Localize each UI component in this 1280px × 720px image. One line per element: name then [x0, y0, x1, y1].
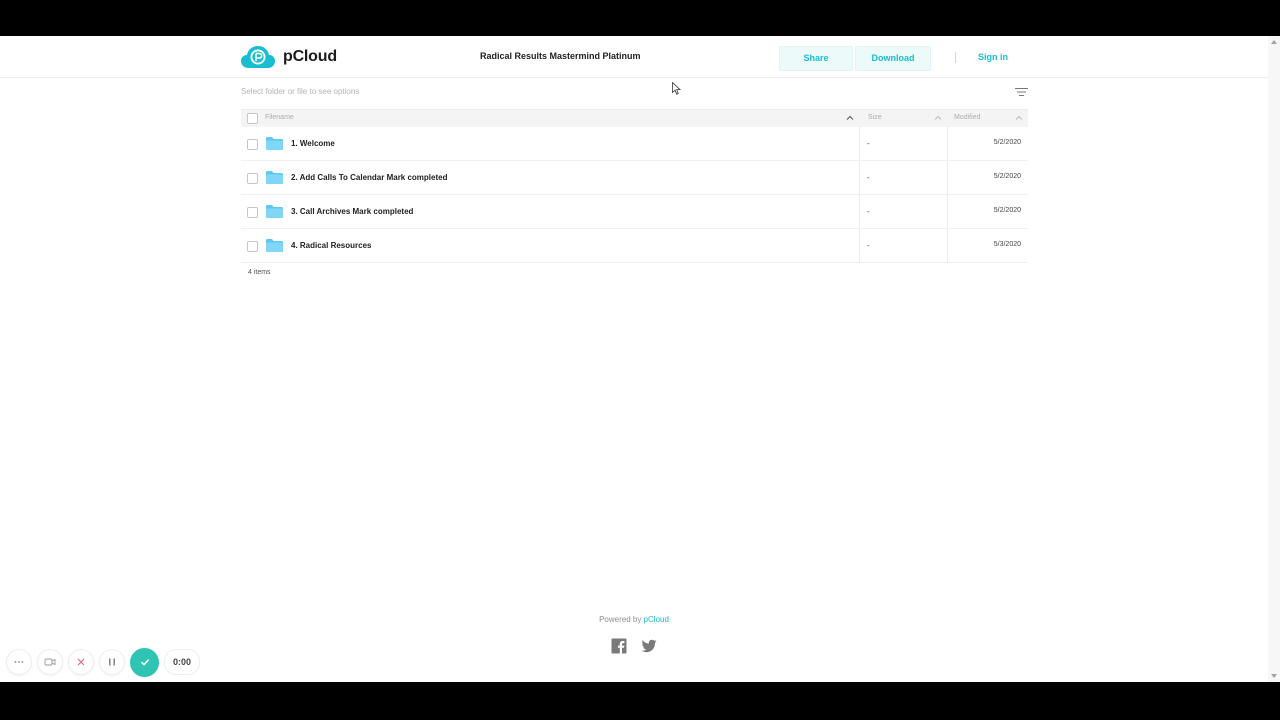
recorder-timer: 0:00: [164, 649, 201, 675]
recorder-pause-button[interactable]: [99, 649, 125, 675]
shared-folder-title: Radical Results Mastermind Platinum: [480, 51, 641, 61]
column-divider: [859, 161, 860, 194]
file-size: -: [867, 139, 870, 148]
pcloud-cloud-icon: [241, 46, 275, 68]
sort-up-icon[interactable]: [1015, 114, 1023, 122]
recorder-camera-button[interactable]: [37, 649, 63, 675]
scroll-down-icon[interactable]: [1271, 673, 1277, 679]
file-name[interactable]: 3. Call Archives Mark completed: [291, 207, 413, 216]
vertical-scrollbar[interactable]: [1268, 36, 1280, 682]
header-divider: [955, 52, 956, 63]
facebook-icon[interactable]: [611, 638, 627, 654]
column-divider: [947, 195, 948, 228]
share-button[interactable]: Share: [779, 46, 853, 71]
recorder-finish-button[interactable]: [130, 647, 159, 677]
pause-icon: [109, 658, 115, 666]
item-count: 4 items: [248, 269, 271, 276]
table-row[interactable]: 3. Call Archives Mark completed - 5/2/20…: [241, 195, 1028, 229]
table-header: Filename Size Modified: [241, 109, 1028, 127]
file-modified: 5/2/2020: [993, 173, 1021, 180]
file-size: -: [867, 241, 870, 250]
folder-icon: [266, 137, 283, 150]
twitter-icon[interactable]: [641, 638, 657, 654]
column-divider: [859, 127, 860, 160]
folder-icon: [266, 205, 283, 218]
top-header: pCloud Radical Results Mastermind Platin…: [0, 36, 1268, 78]
row-checkbox[interactable]: [247, 173, 258, 184]
recorder-more-button[interactable]: [6, 649, 32, 675]
file-name[interactable]: 1. Welcome: [291, 139, 335, 148]
column-divider: [859, 229, 860, 262]
brand-name: pCloud: [283, 48, 337, 65]
column-divider: [947, 161, 948, 194]
file-size: -: [867, 207, 870, 216]
file-list: 1. Welcome - 5/2/2020 2. Add Calls To Ca…: [241, 127, 1028, 263]
table-row[interactable]: 4. Radical Resources - 5/3/2020: [241, 229, 1028, 263]
social-links: [611, 638, 657, 654]
selection-hint: Select folder or file to see options: [241, 87, 360, 96]
file-name[interactable]: 4. Radical Resources: [291, 241, 371, 250]
file-name[interactable]: 2. Add Calls To Calendar Mark completed: [291, 173, 447, 182]
table-row[interactable]: 2. Add Calls To Calendar Mark completed …: [241, 161, 1028, 195]
folder-icon: [266, 171, 283, 184]
row-checkbox[interactable]: [247, 241, 258, 252]
column-filename[interactable]: Filename: [265, 114, 294, 121]
folder-icon: [266, 239, 283, 252]
screen-recorder-toolbar: 0:00: [6, 647, 201, 677]
row-checkbox[interactable]: [247, 139, 258, 150]
select-all-checkbox[interactable]: [247, 113, 258, 124]
file-size: -: [867, 173, 870, 182]
row-checkbox[interactable]: [247, 207, 258, 218]
table-row[interactable]: 1. Welcome - 5/2/2020: [241, 127, 1028, 161]
scroll-up-icon[interactable]: [1271, 39, 1277, 45]
browser-viewport: pCloud Radical Results Mastermind Platin…: [0, 36, 1280, 682]
pcloud-link[interactable]: pCloud: [644, 615, 669, 624]
sign-in-link[interactable]: Sign in: [978, 52, 1008, 62]
sort-up-icon[interactable]: [846, 114, 854, 122]
file-modified: 5/3/2020: [993, 241, 1021, 248]
mouse-cursor-icon: [672, 82, 681, 95]
column-modified[interactable]: Modified: [954, 114, 980, 121]
powered-prefix: Powered by: [599, 615, 642, 624]
sort-up-icon[interactable]: [934, 114, 942, 122]
column-divider: [947, 229, 948, 262]
sort-options-icon[interactable]: [1015, 87, 1028, 97]
close-icon: [77, 658, 85, 666]
file-modified: 5/2/2020: [993, 139, 1021, 146]
column-divider: [859, 195, 860, 228]
download-button[interactable]: Download: [855, 46, 931, 71]
column-divider: [947, 127, 948, 160]
powered-by: Powered by pCloud: [0, 615, 1268, 624]
more-dots-icon: [14, 661, 24, 663]
column-size[interactable]: Size: [868, 114, 882, 121]
recorder-cancel-button[interactable]: [68, 649, 94, 675]
file-modified: 5/2/2020: [993, 207, 1021, 214]
pcloud-logo[interactable]: pCloud: [240, 45, 337, 69]
check-icon: [140, 659, 149, 666]
camera-icon: [44, 658, 56, 666]
